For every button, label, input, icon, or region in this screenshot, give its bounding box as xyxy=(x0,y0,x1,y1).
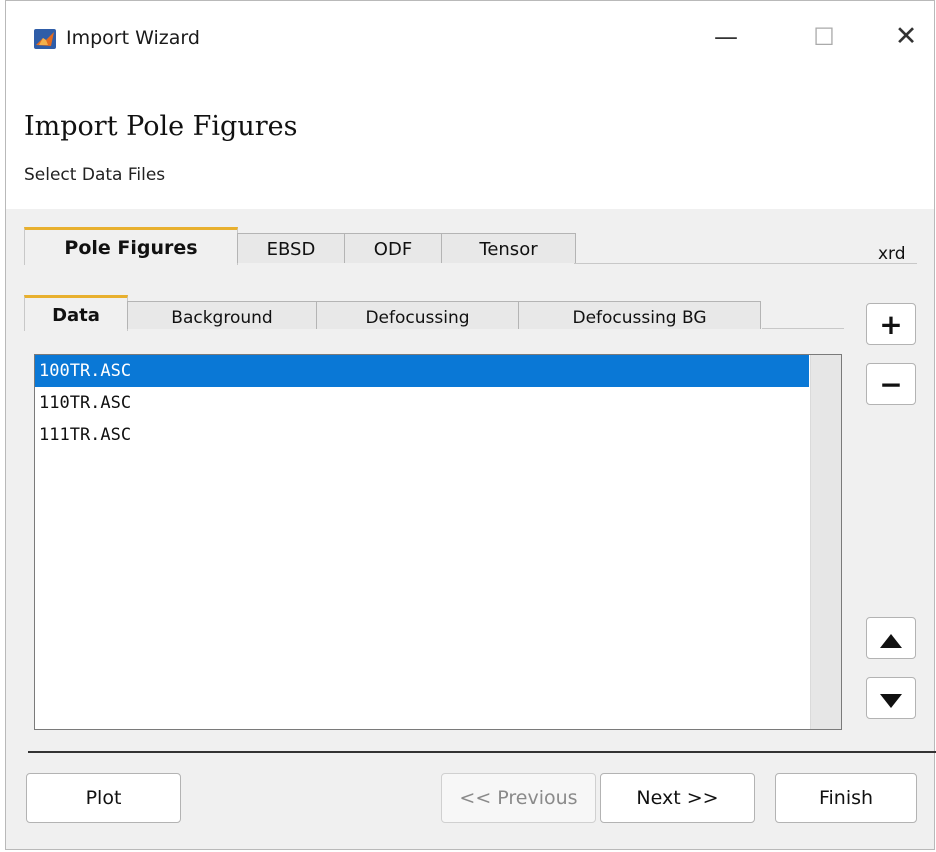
next-button[interactable]: Next >> xyxy=(600,773,755,823)
page-title: Import Pole Figures xyxy=(24,111,298,142)
add-file-button[interactable]: + xyxy=(866,303,916,345)
tab-odf[interactable]: ODF xyxy=(344,233,442,263)
window-title: Import Wizard xyxy=(66,27,200,49)
move-down-button[interactable] xyxy=(866,677,916,719)
tab-bar-baseline xyxy=(574,263,917,264)
tab-background[interactable]: Background xyxy=(127,301,317,329)
main-tab-bar: Pole Figures EBSD ODF Tensor xyxy=(24,227,917,265)
tab-ebsd[interactable]: EBSD xyxy=(237,233,345,263)
page-subtitle: Select Data Files xyxy=(24,165,166,185)
sub-tab-bar-baseline xyxy=(762,328,844,329)
tab-defocussing[interactable]: Defocussing xyxy=(316,301,519,329)
triangle-down-icon xyxy=(880,682,902,715)
tab-data[interactable]: Data xyxy=(24,295,128,331)
sub-tab-bar: Data Background Defocussing Defocussing … xyxy=(24,295,844,331)
title-bar: Import Wizard — ☐ ✕ xyxy=(6,1,934,81)
tab-pole-figures[interactable]: Pole Figures xyxy=(24,227,238,265)
minimize-button[interactable]: — xyxy=(696,15,756,59)
file-list-item[interactable]: 100TR.ASC xyxy=(35,355,809,387)
remove-file-button[interactable]: − xyxy=(866,363,916,405)
file-list-item[interactable]: 110TR.ASC xyxy=(35,387,809,419)
move-up-button[interactable] xyxy=(866,617,916,659)
maximize-button[interactable]: ☐ xyxy=(794,15,854,59)
format-label: xrd xyxy=(878,244,906,264)
wizard-header: Import Pole Figures Select Data Files xyxy=(6,81,934,209)
file-list-item[interactable]: 111TR.ASC xyxy=(35,419,809,451)
tab-tensor[interactable]: Tensor xyxy=(441,233,576,263)
file-list[interactable]: 100TR.ASC 110TR.ASC 111TR.ASC xyxy=(34,354,842,730)
finish-button[interactable]: Finish xyxy=(775,773,917,823)
previous-button[interactable]: << Previous xyxy=(441,773,596,823)
close-button[interactable]: ✕ xyxy=(876,15,936,59)
plot-button[interactable]: Plot xyxy=(26,773,181,823)
footer-divider xyxy=(28,751,936,753)
matlab-logo-icon xyxy=(34,29,56,49)
tab-defocussing-bg[interactable]: Defocussing BG xyxy=(518,301,761,329)
triangle-up-icon xyxy=(880,622,902,655)
vertical-scrollbar[interactable] xyxy=(810,355,841,729)
import-wizard-window: Import Wizard — ☐ ✕ Import Pole Figures … xyxy=(5,0,936,850)
